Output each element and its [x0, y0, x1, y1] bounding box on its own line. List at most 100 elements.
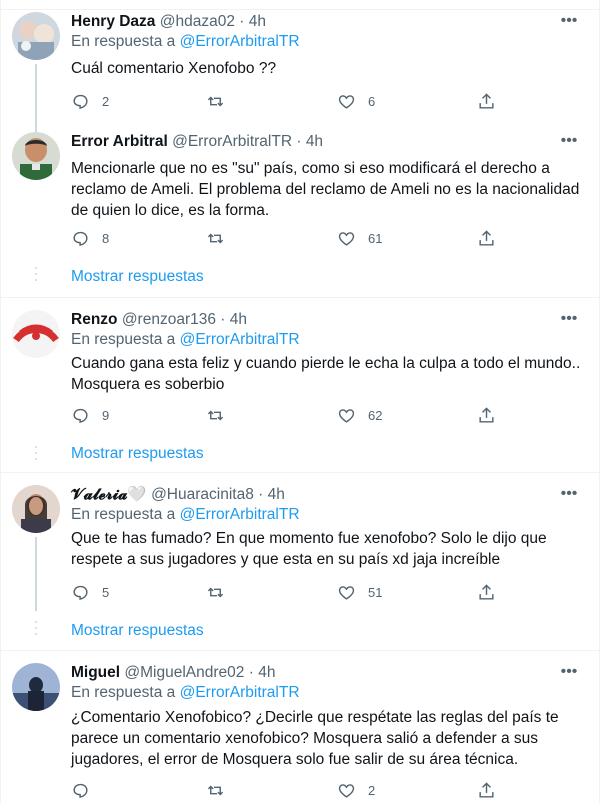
more-icon[interactable]: •••: [559, 13, 579, 35]
like-count: 2: [368, 782, 376, 798]
more-icon[interactable]: •••: [559, 486, 579, 508]
handle[interactable]: @renzoar136: [122, 311, 216, 328]
avatar[interactable]: [12, 12, 60, 60]
timestamp[interactable]: 4h: [306, 133, 323, 150]
heart-icon: [338, 783, 355, 798]
like-button[interactable]: 61: [337, 228, 382, 248]
tweet-miguel[interactable]: Miguel @MiguelAndre02 · 4h En respuesta …: [1, 651, 600, 803]
handle[interactable]: @MiguelAndre02: [124, 664, 244, 681]
like-button[interactable]: 6: [337, 91, 375, 111]
like-count: 61: [368, 230, 383, 246]
share-button[interactable]: [477, 582, 496, 602]
reply-icon: [73, 231, 88, 246]
share-icon: [479, 406, 494, 423]
replying-to-prefix: En respuesta a: [71, 506, 180, 523]
tweet-error-arbitral[interactable]: Error Arbitral @ErrorArbitralTR · 4h Men…: [1, 124, 600, 297]
timestamp[interactable]: 4h: [230, 311, 247, 328]
share-icon: [479, 229, 494, 246]
reply-icon: [73, 585, 88, 600]
replying-to-mention[interactable]: @ErrorArbitralTR: [180, 33, 300, 50]
show-replies-link[interactable]: Mostrar respuestas: [71, 444, 204, 464]
heart-icon: [338, 585, 355, 600]
avatar[interactable]: [12, 663, 60, 711]
tweet-text: Cuál comentario Xenofobo ??: [71, 60, 277, 77]
more-icon[interactable]: •••: [559, 311, 579, 333]
share-button[interactable]: [477, 780, 496, 800]
retweet-button[interactable]: [206, 582, 237, 602]
avatar[interactable]: [12, 132, 60, 180]
share-icon: [479, 583, 494, 600]
tweet-text: ¿Comentario Xenofobico? ¿Decirle que res…: [71, 709, 559, 768]
display-name[interactable]: Renzo: [71, 311, 118, 328]
show-replies-link[interactable]: Mostrar respuestas: [71, 267, 204, 287]
avatar[interactable]: [12, 310, 60, 358]
display-name[interactable]: Henry Daza: [71, 13, 155, 30]
share-button[interactable]: [477, 228, 496, 248]
reply-icon: [73, 94, 88, 109]
tweet-valeria[interactable]: 𝓥𝓪𝓵𝓮𝓻𝓲𝓪🤍 @Huaracinita8 · 4h En respuesta…: [1, 473, 600, 649]
replying-to-prefix: En respuesta a: [71, 331, 180, 348]
reply-feed: Henry Daza @hdaza02 · 4h En respuesta a …: [0, 0, 600, 803]
display-name[interactable]: Miguel: [71, 664, 120, 681]
replying-to-mention[interactable]: @ErrorArbitralTR: [180, 506, 300, 523]
share-icon: [479, 781, 494, 798]
tweet-actions: 5 51: [71, 582, 511, 602]
heart-icon: [338, 94, 355, 109]
tweet-actions: 9 62: [71, 405, 511, 425]
retweet-button[interactable]: [206, 228, 237, 248]
tweet-actions: 2 6: [71, 91, 511, 111]
separator-dot: ·: [258, 486, 264, 503]
more-icon[interactable]: •••: [559, 664, 579, 686]
reply-button[interactable]: 9: [71, 405, 109, 425]
retweet-button[interactable]: [206, 780, 237, 800]
reply-count: 8: [102, 230, 110, 246]
thread-line: [35, 124, 37, 132]
like-button[interactable]: 51: [337, 582, 382, 602]
retweet-icon: [207, 96, 224, 106]
replying-to: En respuesta a @ErrorArbitralTR: [71, 330, 585, 350]
like-button[interactable]: 62: [337, 405, 382, 425]
reply-button[interactable]: [71, 780, 102, 800]
share-button[interactable]: [477, 91, 496, 111]
tweet-text: Que te has fumado? En que momento fue xe…: [71, 530, 547, 568]
separator-dot: ·: [248, 664, 254, 681]
handle[interactable]: @ErrorArbitralTR: [172, 133, 292, 150]
replying-to-prefix: En respuesta a: [71, 33, 180, 50]
timestamp[interactable]: 4h: [249, 13, 266, 30]
display-name[interactable]: Error Arbitral: [71, 133, 168, 150]
share-button[interactable]: [477, 405, 496, 425]
replying-to-mention[interactable]: @ErrorArbitralTR: [180, 331, 300, 348]
thread-dots: [34, 446, 38, 464]
tweet-renzo[interactable]: Renzo @renzoar136 · 4h En respuesta a @E…: [1, 298, 600, 471]
timestamp[interactable]: 4h: [268, 486, 285, 503]
reply-button[interactable]: 2: [71, 91, 109, 111]
reply-button[interactable]: 8: [71, 228, 109, 248]
retweet-button[interactable]: [206, 405, 237, 425]
replying-to-prefix: En respuesta a: [71, 684, 180, 701]
tweet-text: Cuando gana esta feliz y cuando pierde l…: [71, 355, 581, 393]
replying-to: En respuesta a @ErrorArbitralTR: [71, 32, 585, 52]
like-button[interactable]: 2: [337, 780, 375, 800]
heart-icon: [338, 408, 355, 423]
handle[interactable]: @Huaracinita8: [151, 486, 254, 503]
separator-dot: ·: [220, 311, 226, 328]
tweet-actions: 8 61: [71, 228, 511, 248]
reply-button[interactable]: 5: [71, 582, 109, 602]
handle[interactable]: @hdaza02: [160, 13, 235, 30]
display-name[interactable]: 𝓥𝓪𝓵𝓮𝓻𝓲𝓪🤍: [71, 486, 147, 503]
like-count: 62: [368, 407, 383, 423]
replying-to: En respuesta a @ErrorArbitralTR: [71, 505, 585, 525]
retweet-icon: [207, 785, 224, 795]
timestamp[interactable]: 4h: [258, 664, 275, 681]
more-icon[interactable]: •••: [559, 133, 579, 155]
show-replies-link[interactable]: Mostrar respuestas: [71, 621, 204, 641]
avatar[interactable]: [12, 485, 60, 533]
retweet-button[interactable]: [206, 91, 237, 111]
reply-icon: [73, 408, 88, 423]
like-count: 6: [368, 93, 376, 109]
tweet-henry-daza[interactable]: Henry Daza @hdaza02 · 4h En respuesta a …: [1, 0, 600, 124]
replying-to-mention[interactable]: @ErrorArbitralTR: [180, 684, 300, 701]
reply-count: 2: [102, 93, 110, 109]
share-icon: [479, 92, 494, 109]
reply-count: 5: [102, 584, 110, 600]
